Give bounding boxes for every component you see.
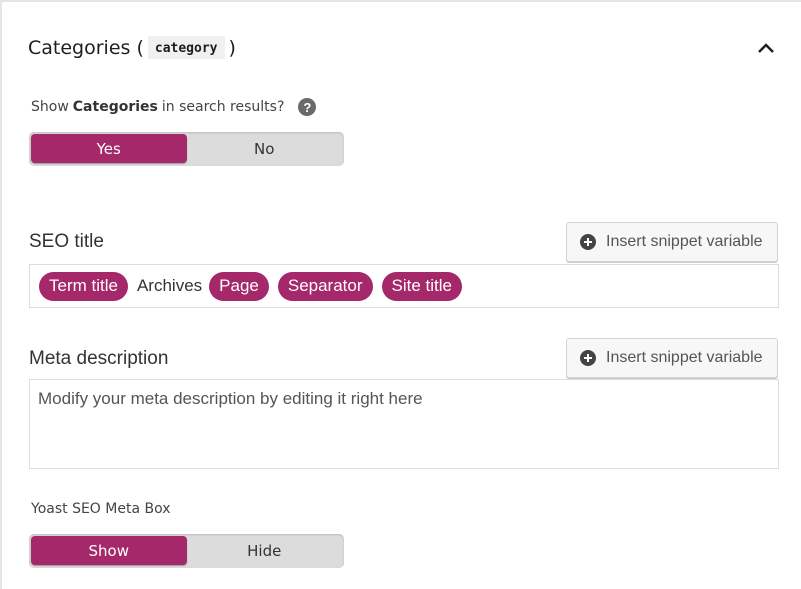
search-visibility-label: Show Categories in search results? ? (31, 98, 317, 116)
toggle-yes[interactable]: Yes (31, 134, 187, 163)
label-bold: Categories (72, 99, 158, 115)
meta-description-insert-snippet-button[interactable]: Insert snippet variable (566, 338, 778, 378)
toggle-show[interactable]: Show (31, 536, 187, 565)
seo-title-label: SEO title (29, 231, 104, 252)
plus-circle-icon (580, 234, 596, 250)
section-title-suffix: ) (228, 36, 236, 59)
seo-title-input[interactable]: Term title Archives Page Separator Site … (29, 264, 779, 308)
help-icon[interactable]: ? (298, 98, 317, 116)
seo-title-insert-snippet-button[interactable]: Insert snippet variable (566, 222, 778, 262)
snippet-variable-page[interactable]: Page (209, 271, 269, 301)
chevron-up-icon (758, 43, 774, 53)
section-title: Categories ( category ) (28, 36, 236, 59)
snippet-variable-term-title[interactable]: Term title (39, 271, 128, 301)
section-title-text: Categories ( (28, 36, 144, 59)
meta-description-input[interactable]: Modify your meta description by editing … (29, 379, 779, 469)
button-label: Insert snippet variable (606, 349, 763, 366)
plus-circle-icon (580, 350, 596, 366)
snippet-variable-site-title[interactable]: Site title (381, 271, 463, 301)
collapse-section-button[interactable] (754, 38, 778, 58)
toggle-hide[interactable]: Hide (187, 536, 343, 565)
toggle-no[interactable]: No (187, 134, 343, 163)
taxonomy-settings-panel: Categories ( category ) Show Categories … (0, 0, 801, 589)
search-visibility-toggle: Yes No (29, 132, 344, 166)
meta-box-toggle: Show Hide (29, 534, 344, 568)
meta-description-label: Meta description (29, 348, 169, 369)
taxonomy-slug: category (147, 36, 225, 59)
label-suffix: in search results? (161, 99, 285, 115)
label-prefix: Show (31, 99, 69, 115)
button-label: Insert snippet variable (606, 233, 763, 250)
title-text-archives: Archives (136, 276, 203, 295)
snippet-variable-separator[interactable]: Separator (277, 271, 373, 301)
meta-box-label: Yoast SEO Meta Box (31, 501, 171, 517)
